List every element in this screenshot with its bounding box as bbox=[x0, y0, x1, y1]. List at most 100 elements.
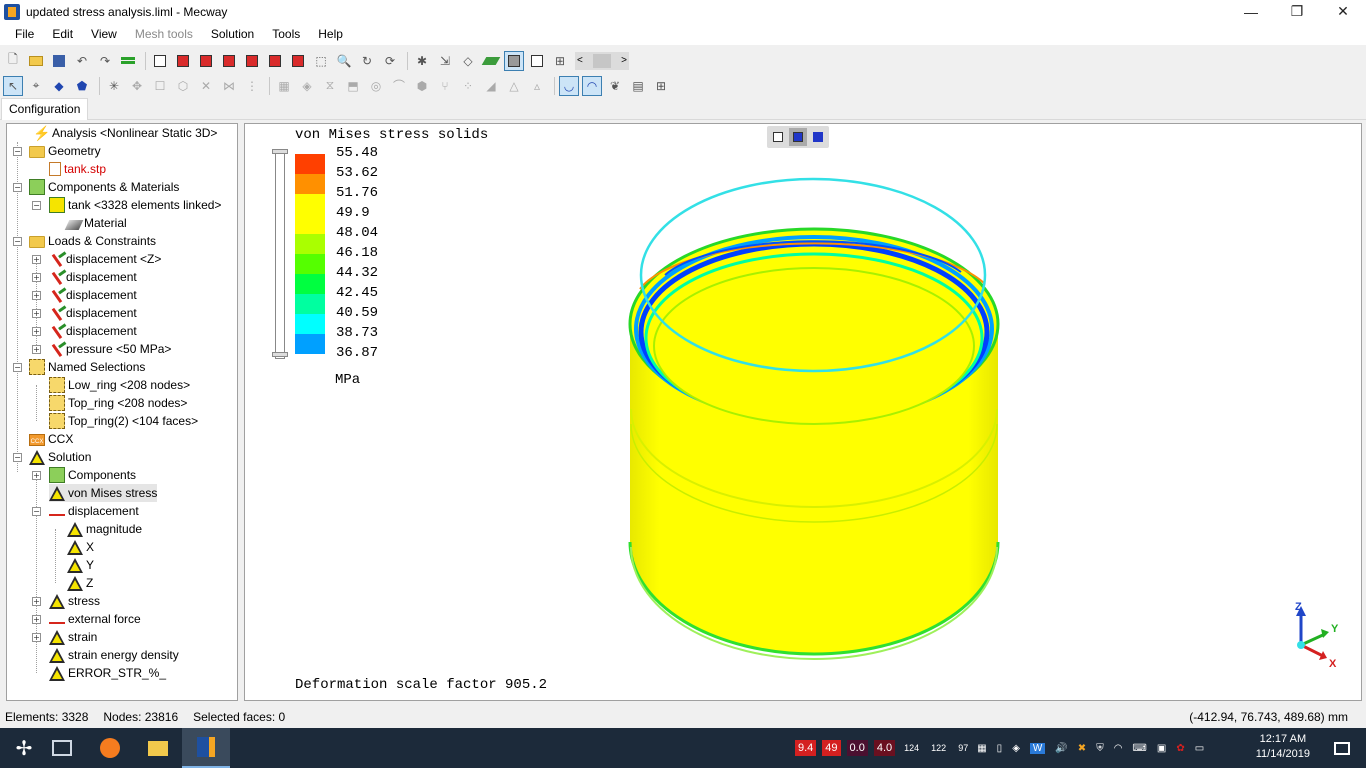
node-tool-icon[interactable]: ✳ bbox=[104, 76, 124, 96]
tree-item-named-selections[interactable]: Named Selections bbox=[29, 358, 145, 376]
view-bottom-icon[interactable] bbox=[288, 51, 308, 71]
system-monitor-icon[interactable] bbox=[38, 728, 86, 768]
collapse-icon[interactable]: − bbox=[13, 237, 22, 246]
collapse-icon[interactable]: − bbox=[13, 453, 22, 462]
scroll-right-icon[interactable]: > bbox=[621, 55, 627, 66]
zoom-icon[interactable]: 🔍 bbox=[334, 51, 354, 71]
firefox-icon[interactable] bbox=[86, 728, 134, 768]
wireframe-icon[interactable] bbox=[527, 51, 547, 71]
expand-icon[interactable]: + bbox=[32, 309, 41, 318]
minimize-button[interactable]: — bbox=[1228, 0, 1274, 23]
view-right-icon[interactable] bbox=[242, 51, 262, 71]
mecway-taskbar-icon[interactable] bbox=[182, 728, 230, 768]
tree-item-geometry[interactable]: Geometry bbox=[29, 142, 101, 160]
select-element-icon[interactable]: ⬟ bbox=[72, 76, 92, 96]
3d-viewport[interactable]: von Mises stress solids 55.48 53.62 51.7… bbox=[244, 123, 1362, 701]
delete-icon[interactable]: ✕ bbox=[196, 76, 216, 96]
mesh-display-icon[interactable]: ⊞ bbox=[550, 51, 570, 71]
tree-item-solution-components[interactable]: Components bbox=[49, 466, 136, 484]
tree-item-material[interactable]: Material bbox=[64, 214, 127, 232]
rotate-view-icon[interactable]: ⟳ bbox=[380, 51, 400, 71]
save-icon[interactable] bbox=[49, 51, 69, 71]
zoom-box-icon[interactable]: ⬚ bbox=[311, 51, 331, 71]
tree-item-load-3[interactable]: displacement bbox=[49, 286, 137, 304]
tree-item-displacement[interactable]: displacement bbox=[49, 502, 139, 520]
tree-item-external-force[interactable]: external force bbox=[49, 610, 141, 628]
word-icon[interactable]: W bbox=[1029, 742, 1046, 754]
refine-icon[interactable]: ⋮ bbox=[242, 76, 262, 96]
scroll-left-icon[interactable]: < bbox=[577, 55, 583, 66]
tab-configuration[interactable]: Configuration bbox=[1, 98, 89, 120]
tree-item-strain-energy-density[interactable]: strain energy density bbox=[49, 646, 179, 664]
collapse-icon[interactable]: − bbox=[32, 507, 41, 516]
expand-icon[interactable]: + bbox=[32, 597, 41, 606]
expand-icon[interactable]: + bbox=[32, 633, 41, 642]
select-node-icon[interactable]: ⌖ bbox=[26, 76, 46, 96]
tray-badge[interactable]: 9.4 bbox=[795, 740, 817, 756]
film-icon[interactable]: ▤ bbox=[628, 76, 648, 96]
solid-display-icon[interactable] bbox=[504, 50, 524, 71]
tree-item-analysis[interactable]: ⚡ Analysis <Nonlinear Static 3D> bbox=[33, 124, 217, 142]
menu-help[interactable]: Help bbox=[309, 27, 352, 41]
tree-item-strain[interactable]: strain bbox=[49, 628, 97, 646]
expand-icon[interactable]: + bbox=[32, 255, 41, 264]
tree-item-components-materials[interactable]: Components & Materials bbox=[29, 178, 179, 196]
tree-item-load-6[interactable]: pressure <50 MPa> bbox=[49, 340, 171, 358]
tree-item-load-1[interactable]: displacement <Z> bbox=[49, 250, 161, 268]
redo-icon[interactable]: ↷ bbox=[95, 51, 115, 71]
view-iso-icon[interactable] bbox=[150, 51, 170, 71]
solid-element-icon[interactable]: ⬡ bbox=[173, 76, 193, 96]
close-button[interactable]: ✕ bbox=[1320, 0, 1366, 23]
extrude-icon[interactable]: ⬒ bbox=[343, 76, 363, 96]
wifi-icon[interactable]: ◠ bbox=[1114, 743, 1123, 754]
app-tray-icon[interactable]: ✖ bbox=[1078, 743, 1086, 754]
tree-item-geometry-file[interactable]: tank.stp bbox=[49, 160, 106, 178]
collapse-icon[interactable]: − bbox=[13, 147, 22, 156]
tree-item-magnitude[interactable]: magnitude bbox=[67, 520, 142, 538]
collapse-icon[interactable]: − bbox=[13, 183, 22, 192]
document-icon[interactable]: ▯ bbox=[997, 743, 1003, 754]
tree-item-load-4[interactable]: displacement bbox=[49, 304, 137, 322]
tree-item-error-str[interactable]: ERROR_STR_%_ bbox=[49, 664, 166, 682]
select-face-icon[interactable]: ◆ bbox=[49, 76, 69, 96]
tree-item-selection-2[interactable]: Top_ring <208 nodes> bbox=[49, 394, 187, 412]
tree-item-von-mises[interactable]: von Mises stress bbox=[49, 484, 158, 502]
tree-item-tank[interactable]: tank <3328 elements linked> bbox=[49, 196, 221, 214]
tray-badge[interactable]: 0.0 bbox=[846, 740, 868, 756]
volume-icon[interactable]: 🔊 bbox=[1055, 743, 1067, 754]
tray-badge[interactable]: 4.0 bbox=[873, 740, 896, 756]
expand-icon[interactable]: + bbox=[32, 291, 41, 300]
tray-badge[interactable]: 49 bbox=[822, 740, 841, 756]
display-icon[interactable]: ▭ bbox=[1195, 743, 1204, 754]
maximize-button[interactable]: ❐ bbox=[1274, 0, 1320, 23]
view-back-icon[interactable] bbox=[196, 51, 216, 71]
keyboard-icon[interactable]: ⌨ bbox=[1132, 743, 1146, 754]
mesh-tool-1-icon[interactable]: ▦ bbox=[274, 76, 294, 96]
move-nodes-icon[interactable]: ✥ bbox=[127, 76, 147, 96]
loft-icon[interactable]: ⬢ bbox=[412, 76, 432, 96]
tree-item-selection-3[interactable]: Top_ring(2) <104 faces> bbox=[49, 412, 198, 430]
storage-icon[interactable]: ▣ bbox=[1157, 743, 1166, 754]
tray-badge[interactable]: 97 bbox=[955, 741, 971, 755]
triangle-refine-icon[interactable]: ▵ bbox=[527, 76, 547, 96]
expand-icon[interactable]: + bbox=[32, 615, 41, 624]
notification-icon[interactable] bbox=[1318, 728, 1366, 768]
menu-solution[interactable]: Solution bbox=[202, 27, 263, 41]
display-options-icon[interactable]: ✱ bbox=[412, 51, 432, 71]
revolve-icon[interactable]: ◎ bbox=[366, 76, 386, 96]
expand-icon[interactable]: + bbox=[32, 345, 41, 354]
tank-model[interactable] bbox=[245, 124, 1362, 701]
collapse-icon[interactable]: − bbox=[13, 363, 22, 372]
rotate-icon[interactable]: ↻ bbox=[357, 51, 377, 71]
undeformed-shape-icon[interactable]: ◠ bbox=[582, 75, 602, 96]
triangle-mesh-icon[interactable]: △ bbox=[504, 76, 524, 96]
surface-icon[interactable] bbox=[481, 51, 501, 71]
box-icon[interactable]: ☐ bbox=[150, 76, 170, 96]
tree-item-load-5[interactable]: displacement bbox=[49, 322, 137, 340]
open-folder-icon[interactable] bbox=[26, 51, 46, 71]
menu-tools[interactable]: Tools bbox=[263, 27, 309, 41]
security-icon[interactable]: ⛨ bbox=[1096, 743, 1104, 754]
scatter-icon[interactable]: ⁘ bbox=[458, 76, 478, 96]
clock[interactable]: 12:17 AM 11/14/2019 bbox=[1256, 732, 1310, 762]
new-file-icon[interactable]: 🗋 bbox=[3, 51, 23, 71]
